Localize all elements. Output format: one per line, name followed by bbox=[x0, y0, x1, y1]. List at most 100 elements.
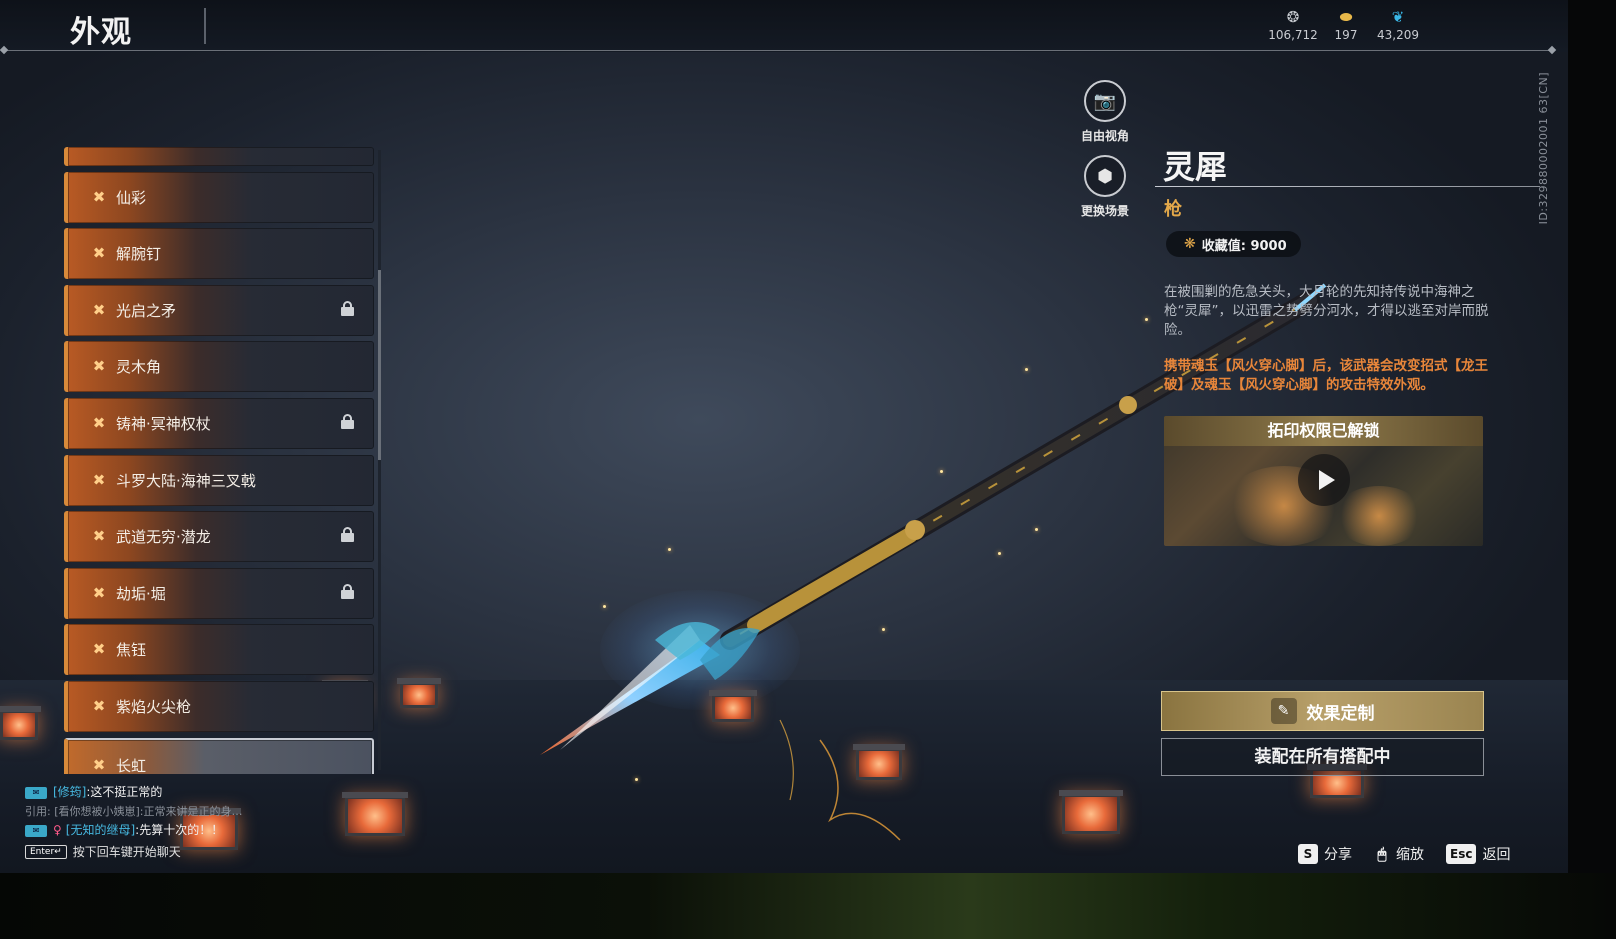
spear-type-icon: ✖ bbox=[92, 187, 106, 206]
weapon-list-item-selected[interactable]: ✖ 长虹 bbox=[64, 737, 374, 774]
top-bar: 外观 ❂ 106,712 ⬬ 197 ❦ 43,209 bbox=[0, 0, 1568, 52]
weapon-name: 长虹 bbox=[116, 756, 147, 774]
chat-hint-text: 按下回车键开始聊天 bbox=[72, 845, 181, 859]
spear-type-icon: ✖ bbox=[92, 583, 106, 602]
lantern bbox=[1059, 790, 1123, 834]
lantern bbox=[853, 744, 905, 780]
currency-value: 43,209 bbox=[1377, 28, 1419, 42]
weapon-name: 焦钰 bbox=[116, 641, 147, 660]
lock-icon bbox=[341, 583, 354, 599]
effect-note: 携带魂玉【风火穿心脚】后，该武器会改变招式【龙王破】及魂玉【风火穿心脚】的攻击特… bbox=[1164, 358, 1488, 393]
effect-custom-button[interactable]: ✎ 效果定制 bbox=[1161, 691, 1484, 731]
title-separator bbox=[204, 8, 206, 44]
free-view-button[interactable]: 📷 自由视角 bbox=[1075, 80, 1135, 144]
currency-soul-jade: ❂ 106,712 bbox=[1263, 8, 1323, 42]
change-scene-label: 更换场景 bbox=[1080, 204, 1129, 218]
back-label: 返回 bbox=[1482, 847, 1511, 863]
list-scrollbar-track[interactable] bbox=[378, 150, 381, 770]
video-glow bbox=[1334, 486, 1424, 546]
brush-icon: ✎ bbox=[1270, 698, 1297, 724]
channel-icon: ✉ bbox=[25, 824, 47, 837]
weapon-list-item[interactable]: ✖ 仙彩 bbox=[64, 171, 374, 223]
chat-quote: 引用: [看你想被小姨崽]:正常来讲是正的身… bbox=[25, 805, 243, 818]
chat-sender[interactable]: [修筠] bbox=[53, 783, 86, 802]
weapon-name: 解腕钉 bbox=[116, 245, 162, 264]
enter-key-icon: Enter↵ bbox=[25, 844, 67, 859]
spark bbox=[1035, 528, 1038, 531]
female-icon: ♀ bbox=[53, 823, 62, 837]
free-view-label: 自由视角 bbox=[1080, 129, 1129, 143]
screen-edge bbox=[1568, 0, 1616, 873]
equip-all-button[interactable]: 装配在所有搭配中 bbox=[1161, 738, 1484, 776]
weapon-name: 紫焰火尖枪 bbox=[116, 697, 192, 716]
camera-icon: 📷 bbox=[1084, 80, 1126, 122]
currency-value: 106,712 bbox=[1268, 28, 1318, 42]
currency-feather: ❦ 43,209 bbox=[1368, 8, 1428, 42]
weapon-name: 劫垢·堀 bbox=[116, 584, 166, 603]
video-banner: 拓印权限已解锁 bbox=[1164, 416, 1483, 446]
header-divider bbox=[4, 50, 1552, 51]
preview-video-card[interactable]: 拓印权限已解锁 bbox=[1164, 416, 1483, 546]
weapon-list-item[interactable]: ✖ 灵木角 bbox=[64, 341, 374, 393]
chat-line: ✉ [修筠] :这不挺正常的 bbox=[25, 783, 325, 802]
weapon-name: 光启之矛 bbox=[116, 301, 177, 320]
collection-value: 收藏值: 9000 bbox=[1201, 238, 1287, 254]
spear-type-icon: ✖ bbox=[92, 755, 106, 774]
key-esc: Esc bbox=[1446, 844, 1477, 864]
item-type: 枪 bbox=[1164, 199, 1182, 220]
item-name: 灵犀 bbox=[1163, 148, 1228, 186]
weapon-name: 斗罗大陆·海神三叉戟 bbox=[116, 471, 256, 490]
page-title: 外观 bbox=[70, 15, 132, 50]
play-button[interactable] bbox=[1298, 454, 1350, 506]
spark bbox=[998, 552, 1001, 555]
item-description: 在被围剿的危急关头，大月轮的先知持传说中海神之枪“灵犀”，以迅雷之势劈分河水，才… bbox=[1164, 284, 1489, 338]
weapon-list-item[interactable]: ✖ 铸神·冥神权杖 bbox=[64, 397, 374, 449]
weapon-name: 武道无穷·潜龙 bbox=[116, 528, 211, 547]
chat-sender[interactable]: [无知的继母] bbox=[66, 821, 135, 840]
spear-type-icon: ✖ bbox=[92, 300, 106, 319]
spear-type-icon: ✖ bbox=[92, 357, 106, 376]
key-s: S bbox=[1298, 844, 1318, 864]
chat-message: :这不挺正常的 bbox=[86, 785, 163, 799]
chat-input-hint[interactable]: Enter↵ 按下回车键开始聊天 bbox=[25, 843, 325, 860]
player-id: ID:329880002001 63[CN] bbox=[1537, 72, 1550, 225]
collection-icon: ❋ bbox=[1184, 236, 1196, 252]
spark bbox=[882, 628, 885, 631]
weapon-list-item[interactable]: ✖ 斗罗大陆·海神三叉戟 bbox=[64, 454, 374, 506]
spear-type-icon: ✖ bbox=[92, 244, 106, 263]
zoom-label: 缩放 bbox=[1396, 847, 1424, 863]
cube-icon: ⬢ bbox=[1084, 155, 1126, 197]
lantern bbox=[709, 690, 757, 722]
lock-icon bbox=[341, 527, 354, 543]
lantern bbox=[397, 678, 441, 708]
channel-icon: ✉ bbox=[25, 786, 47, 799]
weapon-list-item[interactable]: ✖ 武道无穷·潜龙 bbox=[64, 511, 374, 563]
gold-ingot-icon: ⬬ bbox=[1339, 8, 1353, 26]
spark bbox=[940, 470, 943, 473]
zoom-hotkey[interactable]: 🖱 缩放 bbox=[1374, 844, 1424, 864]
desktop-strip bbox=[0, 873, 1616, 939]
game-scene: 外观 ❂ 106,712 ⬬ 197 ❦ 43,209 ✖ 仙彩 ✖ 解腕钉 ✖ bbox=[0, 0, 1568, 873]
spear-type-icon: ✖ bbox=[92, 640, 106, 659]
effect-custom-label: 效果定制 bbox=[1306, 703, 1375, 724]
share-hotkey[interactable]: S 分享 bbox=[1298, 844, 1352, 864]
list-scrollbar-thumb[interactable] bbox=[378, 270, 381, 460]
weapon-name: 铸神·冥神权杖 bbox=[116, 414, 211, 433]
back-hotkey[interactable]: Esc 返回 bbox=[1446, 844, 1510, 864]
weapon-list-item[interactable]: ✖ 解腕钉 bbox=[64, 228, 374, 280]
chat-box: ✉ [修筠] :这不挺正常的 引用: [看你想被小姨崽]:正常来讲是正的身… ✉… bbox=[25, 783, 325, 860]
chat-quote-line: 引用: [看你想被小姨崽]:正常来讲是正的身… bbox=[25, 802, 325, 821]
collection-value-badge: ❋ 收藏值: 9000 bbox=[1166, 231, 1301, 257]
weapon-list-item[interactable]: ✖ 紫焰火尖枪 bbox=[64, 680, 374, 732]
soul-jade-icon: ❂ bbox=[1286, 8, 1300, 26]
lantern bbox=[342, 792, 408, 836]
weapon-name: 仙彩 bbox=[116, 188, 147, 207]
change-scene-button[interactable]: ⬢ 更换场景 bbox=[1075, 155, 1135, 219]
weapon-list-item[interactable]: ✖ 劫垢·堀 bbox=[64, 567, 374, 619]
weapon-list-item[interactable]: ✖ 光启之矛 bbox=[64, 284, 374, 336]
weapon-skin-list: ✖ 仙彩 ✖ 解腕钉 ✖ 光启之矛 ✖ 灵木角 ✖ 铸神·冥神权杖 ✖ 斗罗大陆… bbox=[64, 147, 374, 774]
weapon-list-item[interactable]: ✖ 焦钰 bbox=[64, 624, 374, 676]
weapon-list-item[interactable] bbox=[64, 147, 374, 166]
spear-type-icon: ✖ bbox=[92, 696, 106, 715]
lantern bbox=[0, 706, 41, 740]
